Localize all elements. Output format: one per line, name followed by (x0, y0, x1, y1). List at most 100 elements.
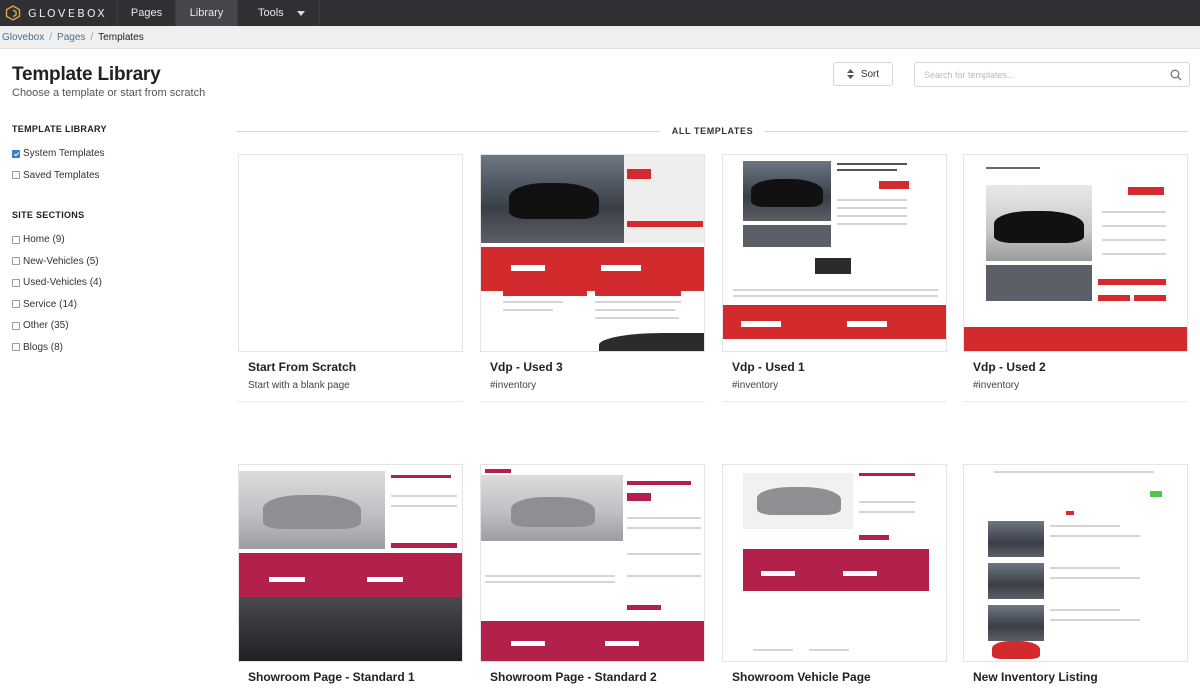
template-title: Showroom Page - Standard 2 (490, 670, 657, 684)
thumbnail-text (391, 505, 457, 507)
thumbnail-text (1050, 525, 1120, 527)
nav-library[interactable]: Library (176, 0, 238, 26)
template-thumbnail[interactable] (963, 464, 1188, 662)
checkbox[interactable] (12, 235, 20, 244)
thumbnail-text (1050, 567, 1120, 569)
thumbnail-car-shape (751, 179, 823, 207)
thumbnail-vehicle-photo (988, 563, 1044, 599)
thumbnail-car-shape (511, 497, 595, 527)
thumbnail-text (859, 511, 915, 513)
thumbnail-button (859, 535, 889, 540)
breadcrumb-glovebox[interactable]: Glovebox (2, 32, 44, 43)
thumbnail-text (1050, 619, 1140, 621)
template-card-vdp-used-1[interactable]: Vdp - Used 1 #inventory (722, 154, 947, 402)
filter-label: Used-Vehicles (4) (23, 277, 102, 289)
template-card-showroom-standard-1[interactable]: Showroom Page - Standard 1 (238, 464, 463, 684)
filter-service[interactable]: Service (14) (12, 294, 212, 316)
sort-label: Sort (860, 68, 880, 80)
thumbnail-text (485, 581, 615, 583)
thumbnail-button (1098, 295, 1130, 301)
thumbnail-text (627, 575, 701, 577)
template-thumbnail[interactable] (722, 154, 947, 352)
template-thumbnail[interactable] (238, 154, 463, 352)
thumbnail-tire (599, 333, 704, 351)
template-title: Start From Scratch (248, 360, 357, 374)
nav-tools-label: Tools (258, 7, 284, 19)
nav-pages[interactable]: Pages (118, 0, 176, 26)
filter-other[interactable]: Other (35) (12, 315, 212, 337)
filter-used-vehicles[interactable]: Used-Vehicles (4) (12, 272, 212, 294)
thumbnail-text (503, 301, 563, 303)
logo-text: GLOVEBOX (28, 6, 108, 20)
template-card-new-inventory-listing[interactable]: New Inventory Listing (963, 464, 1188, 684)
search-icon[interactable] (1170, 69, 1182, 81)
thumbnail-input (741, 321, 781, 327)
filter-system-templates[interactable]: System Templates (12, 143, 212, 165)
thumbnail-car-red (992, 641, 1040, 659)
thumbnail-text (391, 495, 457, 497)
template-search (914, 62, 1190, 87)
glovebox-logo-icon (5, 5, 21, 21)
template-card-start-from-scratch[interactable]: Start From Scratch Start with a blank pa… (238, 154, 463, 402)
thumbnail-text (733, 289, 938, 291)
checkbox[interactable] (12, 321, 20, 330)
thumbnail-text (753, 649, 793, 651)
thumbnail-crimson-band (743, 549, 929, 591)
thumbnail-text (485, 575, 615, 577)
checkbox-checked[interactable] (12, 149, 20, 158)
all-templates-label: ALL TEMPLATES (671, 126, 754, 136)
template-card-showroom-standard-2[interactable]: Showroom Page - Standard 2 (480, 464, 705, 684)
thumbnail-text (809, 649, 849, 651)
filter-label: Saved Templates (23, 169, 100, 181)
breadcrumb-separator: / (49, 31, 53, 43)
thumbnail-text (627, 553, 701, 555)
sort-button[interactable]: Sort (833, 62, 893, 86)
template-card-vdp-used-3[interactable]: Vdp - Used 3 #inventory (480, 154, 705, 402)
filter-home[interactable]: Home (9) (12, 229, 212, 251)
search-input[interactable] (915, 63, 1160, 86)
thumbnail-button (1134, 295, 1166, 301)
checkbox[interactable] (12, 343, 20, 352)
thumbnail-input (843, 571, 877, 576)
thumbnail-button (391, 543, 457, 548)
thumbnail-tag (485, 469, 511, 473)
template-title: Showroom Page - Standard 1 (248, 670, 415, 684)
thumbnail-text (994, 471, 1154, 473)
template-thumbnail[interactable] (238, 464, 463, 662)
thumbnail-text (837, 207, 907, 209)
sort-icon (846, 69, 854, 79)
thumbnail-text (627, 527, 701, 529)
breadcrumb-pages[interactable]: Pages (57, 32, 85, 43)
thumbnail-heading (391, 475, 451, 478)
app-logo[interactable]: GLOVEBOX (0, 0, 118, 26)
template-thumbnail[interactable] (963, 154, 1188, 352)
chevron-down-icon (297, 10, 305, 16)
template-thumbnail[interactable] (480, 464, 705, 662)
filter-blogs[interactable]: Blogs (8) (12, 337, 212, 359)
template-card-showroom-vehicle-page[interactable]: Showroom Vehicle Page (722, 464, 947, 684)
filter-label: Home (9) (23, 234, 65, 246)
thumbnail-text (1102, 225, 1166, 227)
checkbox[interactable] (12, 278, 20, 287)
template-thumbnail[interactable] (722, 464, 947, 662)
template-thumbnail[interactable] (480, 154, 705, 352)
template-card-vdp-used-2[interactable]: Vdp - Used 2 #inventory (963, 154, 1188, 402)
checkbox[interactable] (12, 257, 20, 266)
breadcrumb: Glovebox / Pages / Templates (0, 26, 1200, 49)
template-tag: Start with a blank page (248, 380, 350, 391)
template-title: Vdp - Used 2 (973, 360, 1046, 374)
site-sections-heading: SITE SECTIONS (12, 210, 85, 220)
thumbnail-input (605, 641, 639, 646)
filter-new-vehicles[interactable]: New-Vehicles (5) (12, 251, 212, 273)
filter-saved-templates[interactable]: Saved Templates (12, 165, 212, 187)
thumbnail-text (837, 223, 907, 225)
nav-tools-dropdown[interactable]: Tools (238, 0, 320, 26)
checkbox[interactable] (12, 300, 20, 309)
thumbnail-car-shape (509, 183, 599, 219)
thumbnail-button (627, 221, 703, 227)
thumbnail-vehicle-photo (988, 605, 1044, 641)
template-title: Vdp - Used 1 (732, 360, 805, 374)
thumbnail-heading (627, 481, 691, 485)
thumbnail-text (595, 317, 679, 319)
checkbox[interactable] (12, 171, 20, 180)
